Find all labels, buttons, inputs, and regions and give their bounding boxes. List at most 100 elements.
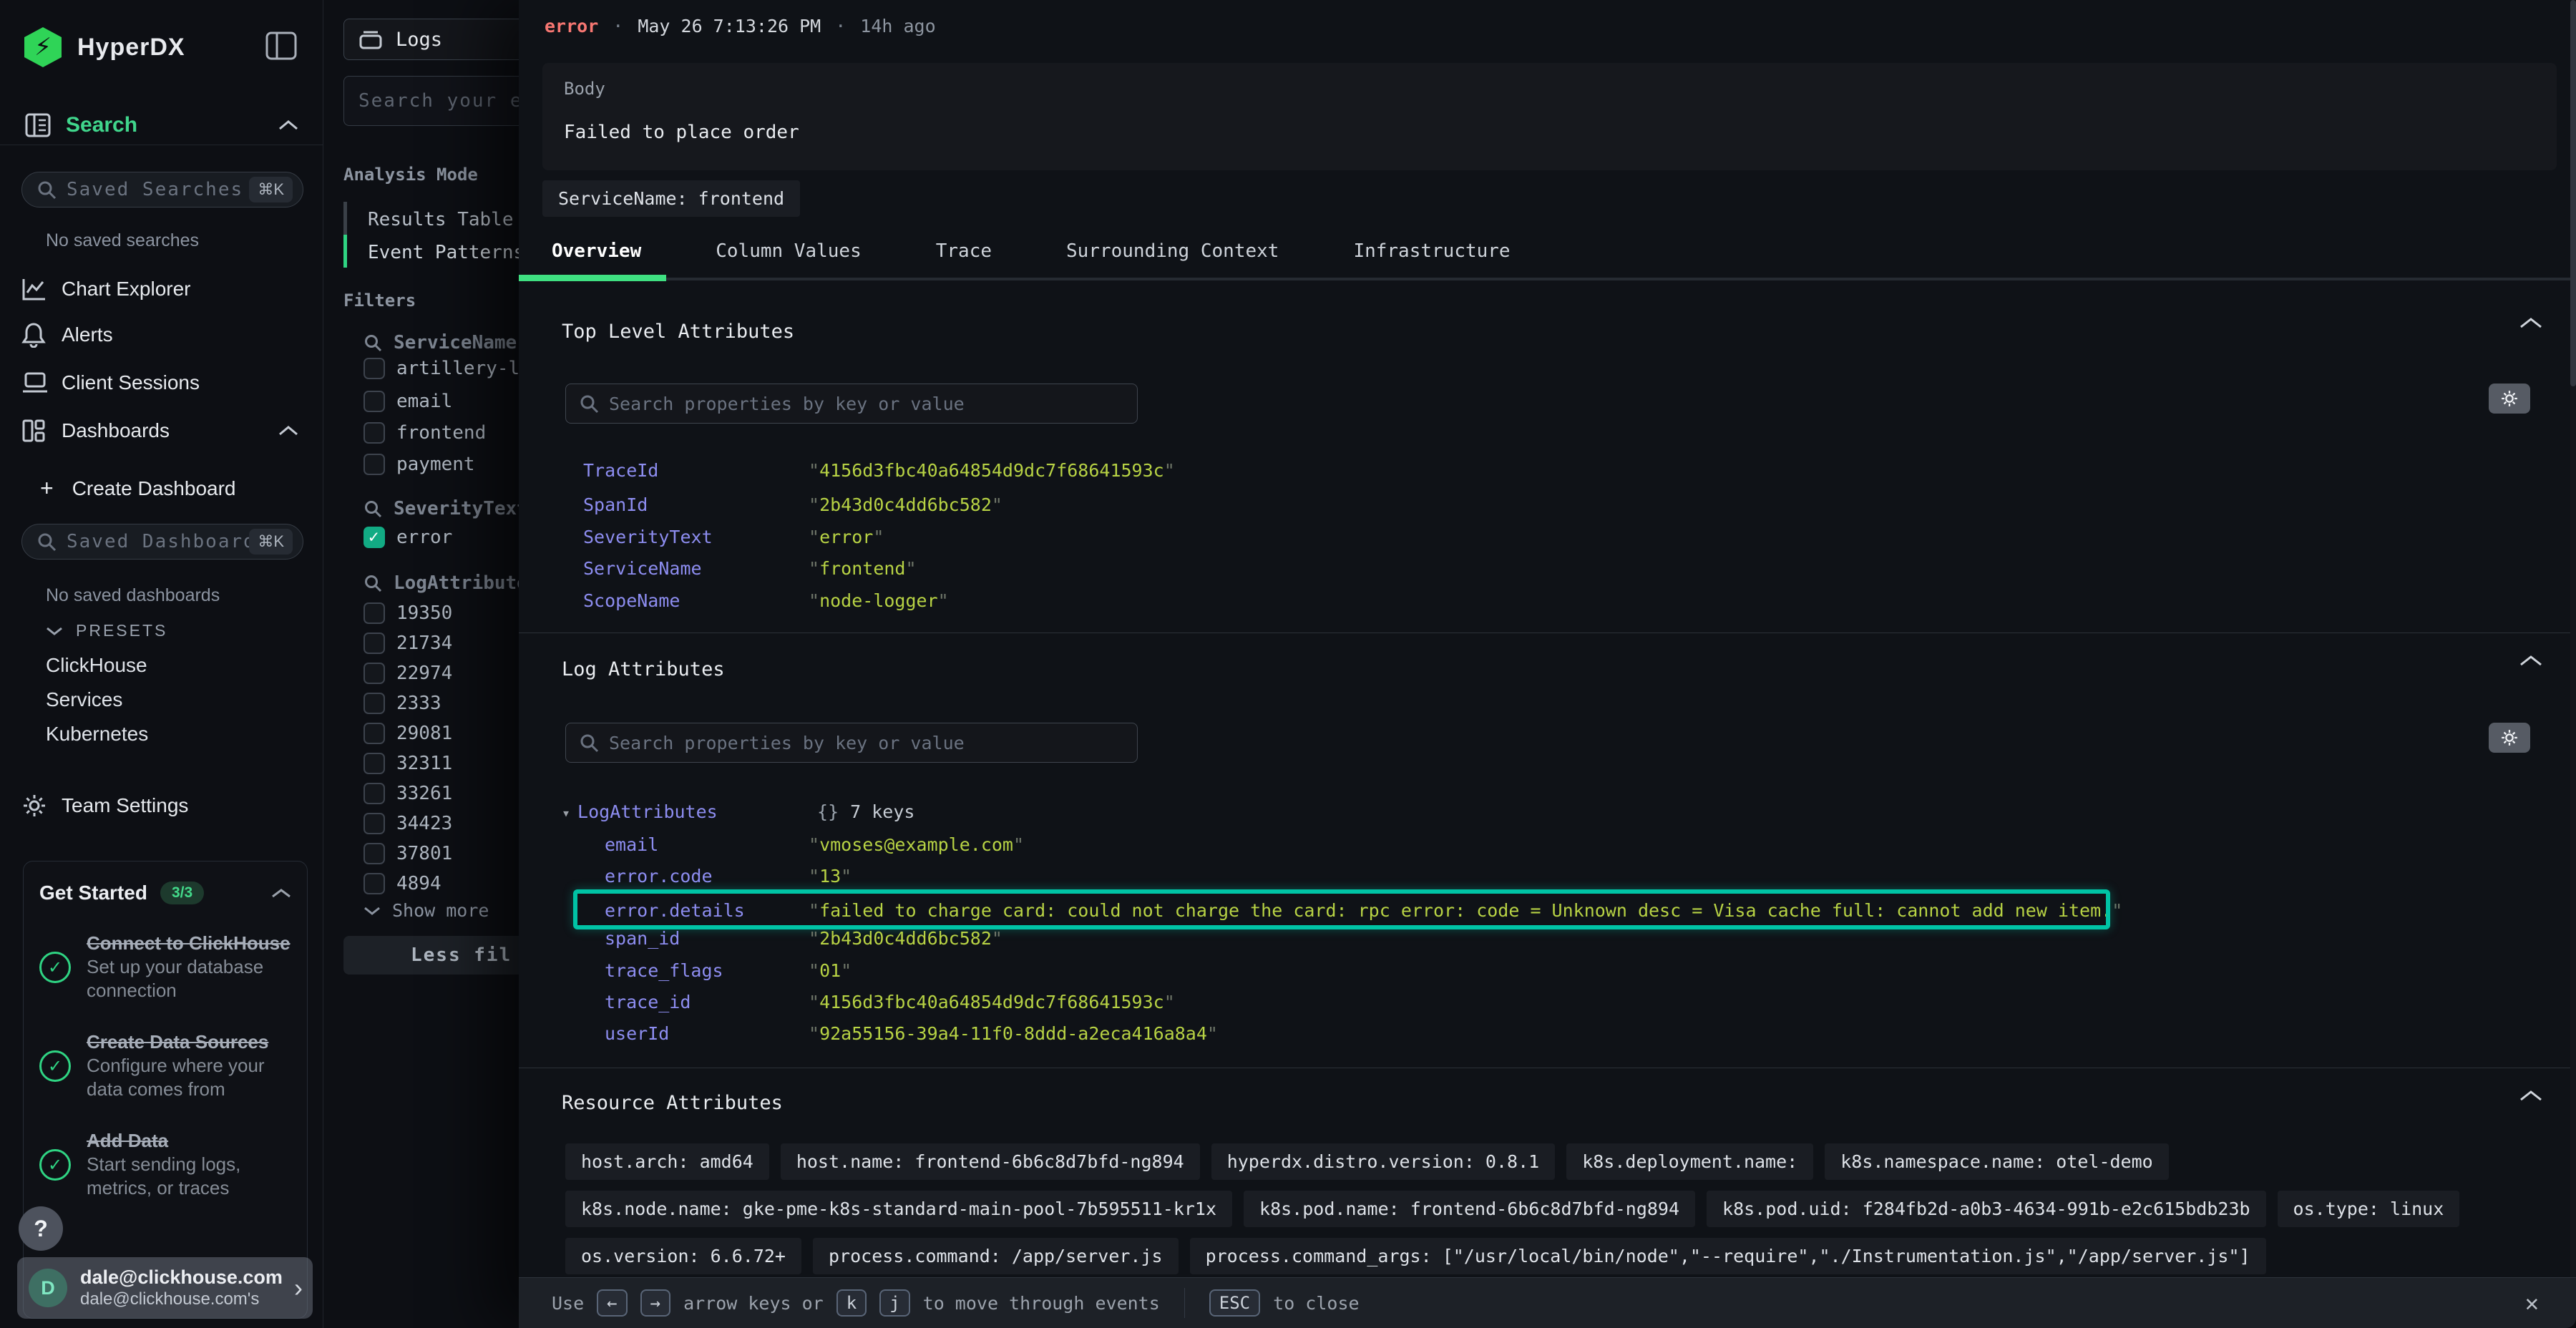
attribute-row[interactable]: span_id 2b43d0c4dd6bc582 [605,928,1002,949]
attribute-key[interactable]: error.details [605,900,809,921]
mode-event-patterns[interactable]: Event Patterns [368,242,525,263]
attribute-value[interactable]: 4156d3fbc40a64854d9dc7f68641593c [809,992,1175,1012]
saved-searches-input[interactable]: Saved Searches ⌘K [21,172,303,208]
caret-down-icon[interactable]: ▾ [562,804,570,822]
filter-option[interactable]: 2333 [364,693,441,714]
filter-group-severitytext[interactable]: SeverityText [364,498,528,519]
log-attributes-root-row[interactable]: ▾ LogAttributes {} 7 keys [562,801,914,822]
attribute-value[interactable]: 4156d3fbc40a64854d9dc7f68641593c [809,460,1175,481]
presets-toggle[interactable]: PRESETS [46,621,167,640]
tab-infrastructure[interactable]: Infrastructure [1353,240,1510,262]
collapse-section-icon[interactable] [2519,316,2543,329]
top-level-search[interactable] [565,384,1138,424]
sidebar-item-alerts[interactable]: Alerts [0,315,323,355]
arrow-right-key[interactable]: → [640,1289,670,1317]
attribute-key[interactable]: ScopeName [583,590,809,611]
checkbox[interactable] [364,358,385,379]
attribute-value[interactable]: vmoses@example.com [809,834,1024,855]
attribute-key[interactable]: LogAttributes [577,801,817,822]
resource-chip[interactable]: k8s.node.name: gke-pme-k8s-standard-main… [565,1191,1232,1227]
checkbox[interactable] [364,422,385,444]
attribute-value[interactable]: 01 [809,960,852,981]
attribute-value[interactable]: 2b43d0c4dd6bc582 [809,494,1002,515]
resource-chip[interactable]: host.arch: amd64 [565,1143,769,1180]
filter-option[interactable]: 34423 [364,813,452,834]
attribute-key[interactable]: trace_flags [605,960,809,981]
checkbox[interactable] [364,663,385,684]
log-attributes-settings-button[interactable] [2489,723,2530,753]
attribute-row-error-details[interactable]: error.details failed to charge card: cou… [605,900,2122,921]
attribute-row[interactable]: ScopeName node-logger [583,590,949,611]
checkbox[interactable] [364,813,385,834]
tab-overview[interactable]: Overview [552,240,641,262]
preset-item-services[interactable]: Services [46,688,122,711]
attribute-value[interactable]: failed to charge card: could not charge … [809,900,2122,921]
resource-chip[interactable]: process.command: /app/server.js [813,1238,1179,1274]
checkbox[interactable] [364,783,385,804]
chevron-up-icon[interactable] [271,888,291,899]
tab-trace[interactable]: Trace [936,240,992,262]
checkbox-checked[interactable] [364,527,385,548]
attribute-row[interactable]: SpanId 2b43d0c4dd6bc582 [583,494,1002,515]
checkbox[interactable] [364,873,385,894]
scrollbar-track[interactable] [2570,0,2576,1277]
attribute-value[interactable]: 13 [809,866,852,887]
mode-results-table[interactable]: Results Table [368,209,514,230]
collapse-section-icon[interactable] [2519,1089,2543,1102]
attribute-row[interactable]: SeverityText error [583,527,884,547]
scrollbar-thumb[interactable] [2570,0,2576,386]
filter-option[interactable]: email [364,391,452,412]
filter-option[interactable]: artillery-loa [364,358,542,379]
attribute-row[interactable]: userId 92a55156-39a4-11f0-8ddd-a2eca416a… [605,1023,1218,1044]
user-menu[interactable]: D dale@clickhouse.com dale@clickhouse.co… [17,1257,313,1319]
attribute-value[interactable]: frontend [809,558,917,579]
filter-option[interactable]: payment [364,454,475,475]
log-attributes-search-input[interactable] [609,733,1124,753]
filter-option[interactable]: 4894 [364,873,441,894]
checkbox[interactable] [364,843,385,864]
attribute-value[interactable]: error [809,527,884,547]
checkbox[interactable] [364,693,385,714]
get-started-step-sources[interactable]: ✓ Create Data Sources Configure where yo… [39,1030,291,1102]
attribute-row[interactable]: trace_id 4156d3fbc40a64854d9dc7f68641593… [605,992,1175,1012]
resource-chip[interactable]: os.type: linux [2278,1191,2460,1227]
attribute-row[interactable]: trace_flags 01 [605,960,852,981]
filter-option[interactable]: 33261 [364,783,452,804]
filter-option[interactable]: 29081 [364,723,452,744]
checkbox[interactable] [364,602,385,624]
attribute-key[interactable]: userId [605,1023,809,1044]
tab-column-values[interactable]: Column Values [716,240,862,262]
filter-option[interactable]: 21734 [364,633,452,654]
attribute-row[interactable]: error.code 13 [605,866,852,887]
attribute-key[interactable]: span_id [605,928,809,949]
resource-chip[interactable]: process.command_args: ["/usr/local/bin/n… [1190,1238,2266,1274]
sidebar-item-search[interactable]: Search [24,112,299,139]
resource-chip[interactable]: k8s.pod.name: frontend-6b6c8d7bfd-ng894 [1244,1191,1695,1227]
filter-option[interactable]: 19350 [364,602,452,624]
checkbox[interactable] [364,633,385,654]
collapse-section-icon[interactable] [2519,654,2543,667]
resource-chip[interactable]: k8s.namespace.name: otel-demo [1825,1143,2169,1180]
help-button[interactable]: ? [19,1206,63,1251]
service-name-chip[interactable]: ServiceName: frontend [542,180,800,217]
sidebar-item-team-settings[interactable]: Team Settings [0,786,323,826]
filter-group-servicename[interactable]: ServiceName [364,332,517,353]
close-icon[interactable]: ✕ [2525,1289,2539,1317]
brand[interactable]: ⚡ HyperDX [24,27,185,67]
attribute-value[interactable]: node-logger [809,590,949,611]
saved-dashboards-input[interactable]: Saved Dashboards ⌘K [21,524,303,560]
sidebar-item-dashboards[interactable]: Dashboards [0,411,323,451]
top-level-search-input[interactable] [609,394,1124,414]
show-more-button[interactable]: Show more [364,900,489,921]
filter-option-error[interactable]: error [364,527,452,548]
filter-option[interactable]: 22974 [364,663,452,684]
sidebar-item-client-sessions[interactable]: Client Sessions [0,363,323,403]
esc-key[interactable]: ESC [1209,1289,1260,1317]
sidebar-collapse-icon[interactable] [265,31,297,60]
checkbox[interactable] [364,753,385,774]
resource-chip[interactable]: host.name: frontend-6b6c8d7bfd-ng894 [781,1143,1200,1180]
preset-item-kubernetes[interactable]: Kubernetes [46,723,148,746]
resource-chip[interactable]: k8s.pod.uid: f284fb2d-a0b3-4634-991b-e2c… [1707,1191,2266,1227]
get-started-step-connect[interactable]: ✓ Connect to ClickHouse Set up your data… [39,932,291,1003]
attribute-key[interactable]: SeverityText [583,527,809,547]
